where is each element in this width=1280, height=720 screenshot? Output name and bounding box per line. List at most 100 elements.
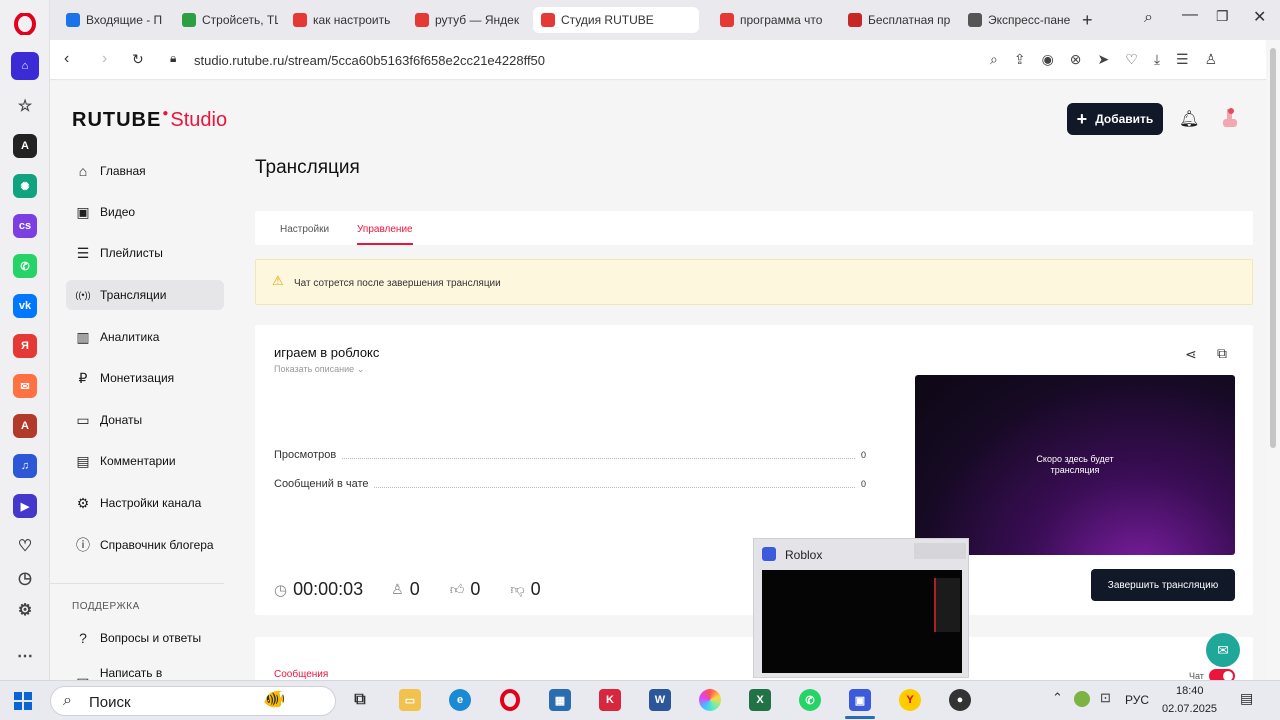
rutube-studio-logo[interactable]: RUTUBE ● Studio xyxy=(72,108,227,132)
url-text[interactable]: studio.rutube.ru/stream/5cca60b5163f6f65… xyxy=(194,53,545,68)
heart-icon[interactable]: ♡ xyxy=(13,534,37,558)
info-icon: ⓘ xyxy=(76,537,90,553)
support-item-faq[interactable]: ? Вопросы и ответы xyxy=(66,623,224,653)
notifications-icon[interactable]: ▤ xyxy=(1240,690,1253,707)
share-icon[interactable]: ⇪ xyxy=(1014,51,1026,68)
history-icon[interactable]: ◷ xyxy=(13,566,37,590)
translate-icon[interactable]: A xyxy=(13,414,37,438)
vk-icon[interactable]: vk xyxy=(13,294,37,318)
sidebar-item[interactable]: ▤ Комментарии xyxy=(66,446,224,476)
tray-chevron-icon[interactable]: ⌃ xyxy=(1052,690,1063,706)
browser-tab[interactable]: Бесплатная пр xyxy=(840,7,952,33)
minimize-icon[interactable]: — xyxy=(1182,6,1198,24)
maximize-icon[interactable]: ❐ xyxy=(1216,8,1229,25)
like-icon[interactable]: 👍︎ xyxy=(450,581,465,598)
star-icon[interactable]: ☆ xyxy=(13,94,37,118)
page-scrollbar[interactable] xyxy=(1266,40,1280,680)
excel-icon[interactable]: X xyxy=(749,689,771,711)
browser-tab[interactable]: Экспресс-пане xyxy=(960,7,1072,33)
support-item-contact[interactable]: ▭ Написать в поддержку xyxy=(66,665,224,680)
back-icon[interactable]: ‹ xyxy=(64,50,69,68)
explorer-icon[interactable]: ▭ xyxy=(399,689,421,711)
sidebar-item[interactable]: ▣ Видео xyxy=(66,197,224,227)
whatsapp-taskbar-icon[interactable]: ✆ xyxy=(799,689,821,711)
more-icon[interactable]: ⋯ xyxy=(13,644,37,668)
close-icon[interactable]: ✕ xyxy=(1253,7,1266,27)
tab-manage[interactable]: Управление xyxy=(357,224,413,235)
roblox-taskbar-icon[interactable]: ▣ xyxy=(849,689,871,711)
opera-taskbar-icon[interactable] xyxy=(499,689,521,711)
tab-favicon-icon xyxy=(848,13,862,27)
store-icon[interactable]: ▦ xyxy=(549,689,571,711)
language-indicator[interactable]: РУС xyxy=(1125,693,1149,707)
tab-settings[interactable]: Настройки xyxy=(280,224,329,235)
sidebar-item[interactable]: ☰ Плейлисты xyxy=(66,238,224,268)
avatar[interactable] xyxy=(1219,107,1241,131)
support-chat-icon[interactable]: ✉ xyxy=(1206,633,1240,667)
stream-preview[interactable]: Скоро здесь будет трансляция xyxy=(915,375,1235,555)
send-icon[interactable]: ➤ xyxy=(1098,51,1110,68)
search-tabs-icon[interactable]: ⌕ xyxy=(1144,9,1153,27)
start-icon[interactable] xyxy=(14,692,32,710)
clock-time[interactable]: 18:40 xyxy=(1176,685,1204,697)
music-icon[interactable]: ♫ xyxy=(13,454,37,478)
yandex-icon[interactable]: Я xyxy=(13,334,37,358)
browser-tab[interactable]: программа что xyxy=(712,7,832,33)
cs-icon[interactable]: cs xyxy=(13,214,37,238)
player-icon[interactable]: ▶ xyxy=(13,494,37,518)
clock-date[interactable]: 02.07.2025 xyxy=(1162,703,1217,715)
dislike-icon[interactable]: 👎︎ xyxy=(510,581,524,598)
forward-icon[interactable]: › xyxy=(102,50,107,68)
obs-icon[interactable]: ● xyxy=(949,689,971,711)
word-icon[interactable]: W xyxy=(649,689,671,711)
tab-favicon-icon xyxy=(182,13,196,27)
sidebar-item[interactable]: ⓘ Справочник блогера xyxy=(66,530,224,560)
show-description-link[interactable]: Показать описание ⌄ xyxy=(274,364,364,375)
app-icon[interactable]: A xyxy=(13,134,37,158)
task-view-icon[interactable]: ⧉ xyxy=(349,689,371,711)
color-app-icon[interactable] xyxy=(699,689,721,711)
browser-tab[interactable]: Студия RUTUBE xyxy=(533,7,699,33)
settings-icon[interactable]: ⚙ xyxy=(13,598,37,622)
download-icon[interactable]: ⤓ xyxy=(1154,51,1160,68)
chatgpt-icon[interactable]: ✺ xyxy=(13,174,37,198)
add-button[interactable]: + Добавить xyxy=(1067,103,1163,135)
zoom-icon[interactable]: ⌕ xyxy=(990,51,998,68)
camera-icon[interactable]: ◉ xyxy=(1042,51,1054,68)
new-tab-icon[interactable]: + xyxy=(1082,10,1093,31)
bell-icon[interactable]: 🔔︎ xyxy=(1179,109,1199,129)
share-stream-icon[interactable]: ⋖ xyxy=(1185,346,1197,363)
sidebar-item[interactable]: ▥ Аналитика xyxy=(66,322,224,352)
chevron-down-icon: ⌄ xyxy=(356,364,365,374)
browser-tab[interactable]: Входящие - По xyxy=(58,7,162,33)
end-stream-button[interactable]: Завершить трансляцию xyxy=(1091,569,1235,601)
roblox-preview-popup[interactable]: Roblox xyxy=(753,538,969,678)
network-icon[interactable]: ⊡ xyxy=(1100,690,1111,706)
open-external-icon[interactable]: ⧉ xyxy=(1217,345,1227,362)
chat-toggle[interactable] xyxy=(1209,669,1235,680)
browser-tab[interactable]: как настроить xyxy=(285,7,395,33)
sidebar-item[interactable]: ((•)) Трансляции xyxy=(66,280,224,310)
sidebar-item[interactable]: ⚙ Настройки канала xyxy=(66,488,224,518)
easy-setup-icon[interactable]: ☰ xyxy=(1176,51,1189,68)
reload-icon[interactable]: ↻ xyxy=(132,51,144,68)
mail-icon[interactable]: ✉ xyxy=(13,374,37,398)
opera-logo-icon[interactable] xyxy=(13,12,37,36)
edge-icon[interactable]: e xyxy=(449,689,471,711)
sidebar-item[interactable]: ⌂ Главная xyxy=(66,156,224,186)
taskbar-search[interactable]: ⌕ Поиск 🐠 xyxy=(50,686,336,716)
sidebar-item[interactable]: ▭ Донаты xyxy=(66,405,224,435)
tray-app-icon[interactable] xyxy=(1074,691,1090,707)
messages-tab[interactable]: Сообщения xyxy=(274,669,328,680)
kaspersky-icon[interactable]: K xyxy=(599,689,621,711)
sidebar-item[interactable]: ₽ Монетизация xyxy=(66,363,224,393)
shield-icon[interactable]: ⊗ xyxy=(1070,51,1082,68)
profile-icon[interactable]: ♙ xyxy=(1205,51,1218,68)
whatsapp-icon[interactable]: ✆ xyxy=(13,254,37,278)
yandex-browser-icon[interactable]: Y xyxy=(899,689,921,711)
aria-icon[interactable]: ⌂ xyxy=(11,52,39,80)
browser-tab[interactable]: рутуб — Яндек xyxy=(407,7,525,33)
favorite-icon[interactable]: ♡ xyxy=(1125,51,1138,68)
browser-tab[interactable]: Стройсеть, ТЦ xyxy=(174,7,278,33)
popup-close-area[interactable] xyxy=(914,543,966,559)
